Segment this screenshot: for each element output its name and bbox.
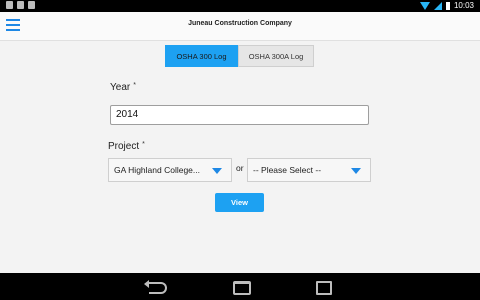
app-screen: Juneau Construction Company OSHA 300 Log… [0,12,480,273]
download-icon [6,1,13,9]
top-bar: Juneau Construction Company [0,12,480,41]
project-select-value: GA Highland College... [114,165,200,175]
year-input[interactable]: 2014 [110,105,369,125]
project-select[interactable]: GA Highland College... [108,158,232,182]
home-icon[interactable] [233,281,251,295]
battery-icon [445,1,450,10]
or-text: or [236,163,244,173]
project-label: Project * [108,141,145,152]
image-icon [17,1,24,9]
company-title: Juneau Construction Company [188,20,292,27]
log-tabs: OSHA 300 Log OSHA 300A Log [165,45,314,67]
year-label: Year * [110,82,136,93]
back-icon[interactable] [144,280,167,294]
status-time: 10:03 [453,1,474,10]
view-button[interactable]: View [215,193,264,212]
status-bar: 10:03 [0,0,480,12]
wifi-icon [419,1,430,10]
recent-apps-icon[interactable] [316,281,332,295]
project-alt-select[interactable]: -- Please Select -- [247,158,371,182]
year-label-text: Year [110,82,131,93]
chevron-down-icon [351,168,361,174]
tab-osha-300-log[interactable]: OSHA 300 Log [165,45,238,67]
navigation-bar [0,273,480,300]
system-icons: 10:03 [419,1,474,10]
cloud-icon [28,1,35,9]
year-required-mark: * [133,82,136,89]
notification-icons [6,1,35,9]
project-label-text: Project [108,141,140,152]
project-alt-select-value: -- Please Select -- [253,165,322,175]
signal-icon [433,1,442,10]
chevron-down-icon [212,168,222,174]
project-required-mark: * [142,141,145,148]
tab-osha-300a-log[interactable]: OSHA 300A Log [238,45,314,67]
